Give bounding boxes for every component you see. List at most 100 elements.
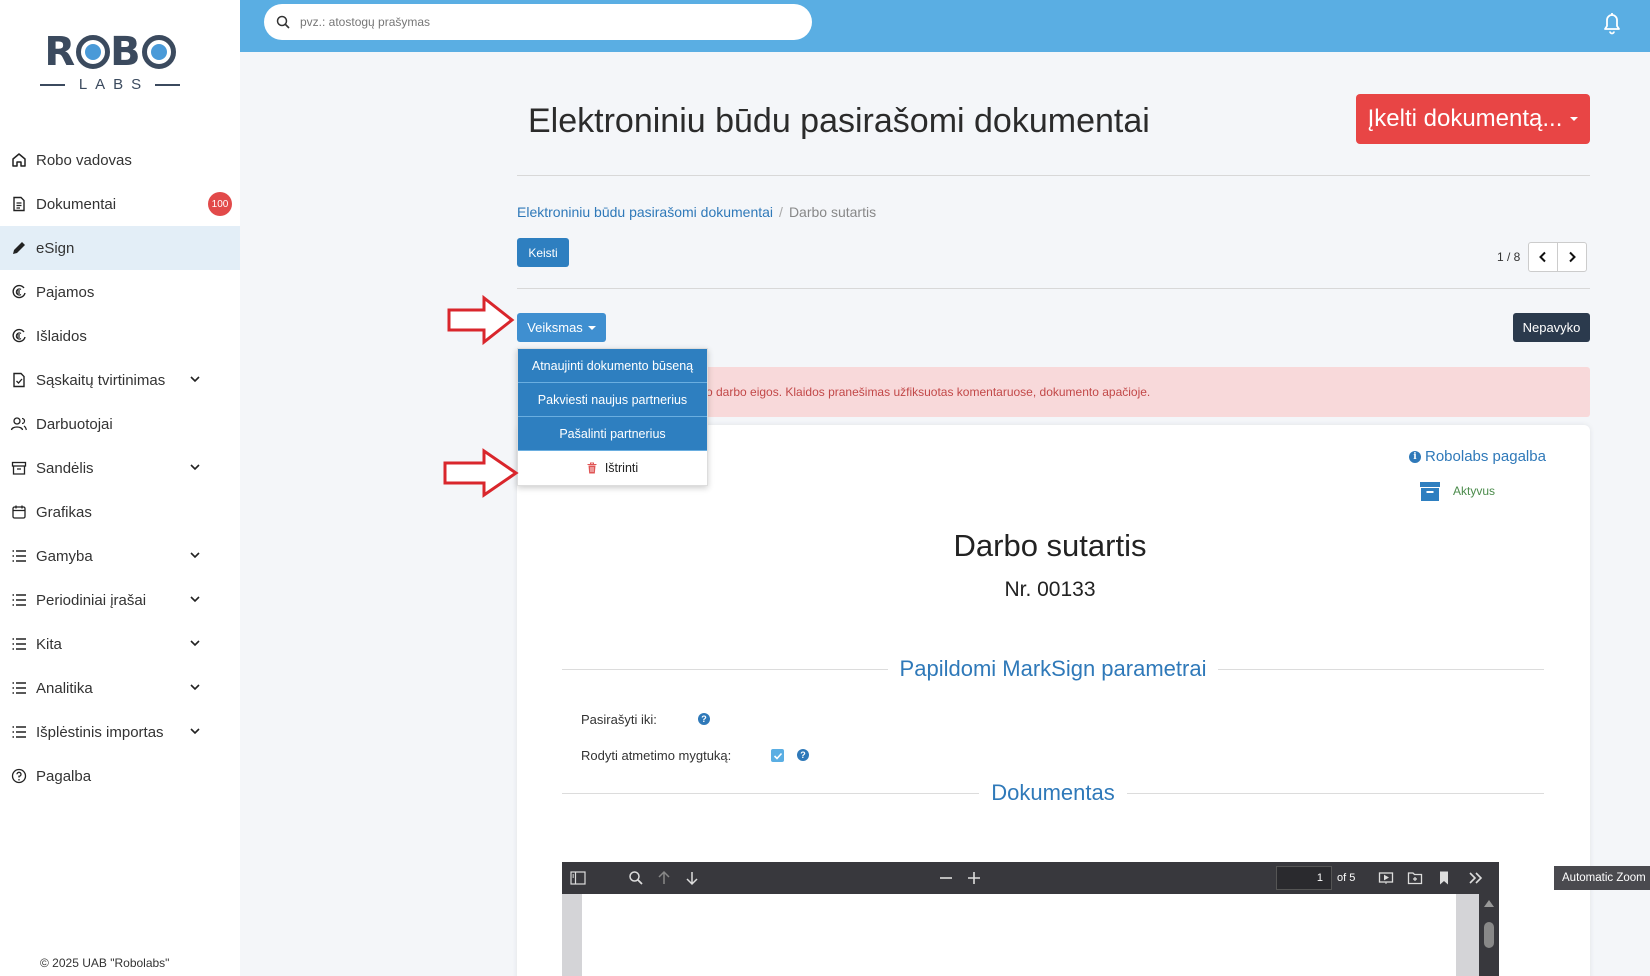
chevron-down-icon[interactable] <box>188 636 202 650</box>
field-label-sign-until: Pasirašyti iki: <box>581 712 657 727</box>
list-icon <box>10 723 28 741</box>
edit-button[interactable]: Keisti <box>517 238 569 267</box>
breadcrumb-parent-link[interactable]: Elektroniniu būdu pasirašomi dokumentai <box>517 204 773 220</box>
action-dropdown-button[interactable]: Veiksmas <box>517 313 606 342</box>
sidebar-item-label: Sąskaitų tvirtinimas <box>36 371 166 389</box>
bell-icon[interactable] <box>1600 10 1624 36</box>
sidebar-item-robo-vadovas[interactable]: Robo vadovas <box>0 138 240 182</box>
sidebar-nav: Robo vadovas Dokumentai 100 eSign Pajamo… <box>0 138 240 798</box>
page-title: Elektroniniu būdu pasirašomi dokumentai <box>528 102 1150 140</box>
scrollbar-thumb[interactable] <box>1484 922 1494 948</box>
menu-item-refresh-status[interactable]: Atnaujinti dokumento būseną <box>518 349 707 383</box>
action-dropdown-menu: Atnaujinti dokumento būseną Pakviesti na… <box>517 348 708 486</box>
question-icon[interactable]: ? <box>797 749 809 761</box>
sidebar-item-label: Gamyba <box>36 547 93 565</box>
sidebar-item-analitika[interactable]: Analitika <box>0 666 240 710</box>
home-icon <box>10 151 28 169</box>
chevron-down-icon[interactable] <box>188 592 202 606</box>
menu-item-delete-label: Ištrinti <box>604 461 639 475</box>
section-marksign-parameters: Papildomi MarkSign parametrai <box>562 656 1544 682</box>
menu-item-invite-partners[interactable]: Pakviesti naujus partnerius <box>518 383 707 417</box>
document-icon <box>10 195 28 213</box>
zoom-in-icon[interactable] <box>966 870 982 886</box>
sidebar-item-label: eSign <box>36 239 75 257</box>
presentation-mode-icon[interactable] <box>1378 870 1394 886</box>
pdf-viewport[interactable] <box>562 894 1499 976</box>
search-input[interactable] <box>300 15 780 29</box>
sidebar-item-pagalba[interactable]: Pagalba <box>0 754 240 798</box>
chevron-down-icon[interactable] <box>188 724 202 738</box>
pdf-page-count: of 5 <box>1337 872 1356 884</box>
sidebar-item-sandelis[interactable]: Sandėlis <box>0 446 240 490</box>
sidebar-item-isplestinis-importas[interactable]: Išplėstinis importas <box>0 710 240 754</box>
caret-down-icon <box>587 325 596 330</box>
status-failed-button[interactable]: Nepavyko <box>1513 313 1590 342</box>
menu-item-delete[interactable]: Ištrinti <box>518 451 707 485</box>
next-record-button[interactable] <box>1557 242 1587 272</box>
sidebar-item-islaidos[interactable]: Išlaidos <box>0 314 240 358</box>
chevron-down-icon[interactable] <box>188 680 202 694</box>
sidebar-item-pajamos[interactable]: Pajamos <box>0 270 240 314</box>
pdf-page <box>582 894 1456 976</box>
zoom-select-value: Automatic Zoom <box>1562 872 1646 884</box>
field-label-show-reject-button: Rodyti atmetimo mygtuką: <box>581 748 732 763</box>
sidebar-item-label: Išlaidos <box>36 327 87 345</box>
sidebar-item-grafikas[interactable]: Grafikas <box>0 490 240 534</box>
chevron-down-icon[interactable] <box>188 372 202 386</box>
trash-icon <box>587 462 597 474</box>
sidebar-item-kita[interactable]: Kita <box>0 622 240 666</box>
archive-icon <box>10 459 28 477</box>
previous-record-button[interactable] <box>1528 242 1558 272</box>
annotation-arrow-icon <box>443 448 519 498</box>
pen-icon <box>10 239 28 257</box>
notification-badge: 100 <box>208 192 232 216</box>
sidebar-item-darbuotojai[interactable]: Darbuotojai <box>0 402 240 446</box>
sidebar-item-dokumentai[interactable]: Dokumentai 100 <box>0 182 240 226</box>
sidebar-item-label: Robo vadovas <box>36 151 132 169</box>
global-search[interactable] <box>264 4 812 40</box>
list-icon <box>10 591 28 609</box>
sidebar-item-gamyba[interactable]: Gamyba <box>0 534 240 578</box>
chevron-down-icon[interactable] <box>188 548 202 562</box>
action-button-label: Veiksmas <box>527 320 583 335</box>
calendar-icon <box>10 503 28 521</box>
pdf-scrollbar[interactable] <box>1479 894 1499 976</box>
sidebar-item-esign[interactable]: eSign <box>0 226 240 270</box>
pdf-zoom-select[interactable]: Automatic Zoom <box>1554 866 1650 890</box>
chevron-down-icon[interactable] <box>188 460 202 474</box>
sidebar-toggle-icon[interactable] <box>570 870 586 886</box>
show-reject-checkbox[interactable] <box>771 749 784 762</box>
sidebar-item-label: Išplėstinis importas <box>36 723 164 741</box>
sidebar-item-periodiniai-irasai[interactable]: Periodiniai įrašai <box>0 578 240 622</box>
pdf-page-input[interactable]: 1 <box>1276 866 1332 890</box>
sidebar: RB LABS Robo vadovas Dokumentai 100 eSig… <box>0 0 240 976</box>
upload-document-button[interactable]: Įkelti dokumentą... <box>1356 94 1590 144</box>
help-icon <box>10 767 28 785</box>
sidebar-item-label: Grafikas <box>36 503 92 521</box>
file-check-icon <box>10 371 28 389</box>
document-status-label: Aktyvus <box>1453 484 1496 498</box>
chevron-left-icon <box>1539 251 1546 263</box>
robolabs-logo[interactable]: RB LABS <box>40 30 180 100</box>
sidebar-item-saskaitu-tvirtinimas[interactable]: Sąskaitų tvirtinimas <box>0 358 240 402</box>
double-chevron-right-icon[interactable] <box>1468 870 1484 886</box>
search-icon[interactable] <box>628 870 644 886</box>
sidebar-item-label: Dokumentai <box>36 195 117 213</box>
robolabs-help-link[interactable]: i Robolabs pagalba <box>1409 448 1546 465</box>
arrow-up-icon[interactable] <box>656 870 672 886</box>
divider <box>517 288 1590 289</box>
zoom-out-icon[interactable] <box>938 870 954 886</box>
document-title: Darbo sutartis <box>953 528 1147 563</box>
breadcrumb-current: Darbo sutartis <box>788 204 877 220</box>
arrow-down-icon[interactable] <box>684 870 700 886</box>
users-icon <box>10 415 28 433</box>
scroll-up-arrow-icon[interactable] <box>1483 898 1495 908</box>
upload-button-label: Įkelti dokumentą... <box>1367 105 1563 132</box>
bookmark-icon[interactable] <box>1436 870 1452 886</box>
help-link-label: Robolabs pagalba <box>1425 448 1546 465</box>
question-icon[interactable]: ? <box>698 713 710 725</box>
sidebar-item-label: Periodiniai įrašai <box>36 591 147 609</box>
open-file-icon[interactable] <box>1407 870 1423 886</box>
menu-item-remove-partners[interactable]: Pašalinti partnerius <box>518 417 707 451</box>
sidebar-item-label: Pajamos <box>36 283 95 301</box>
